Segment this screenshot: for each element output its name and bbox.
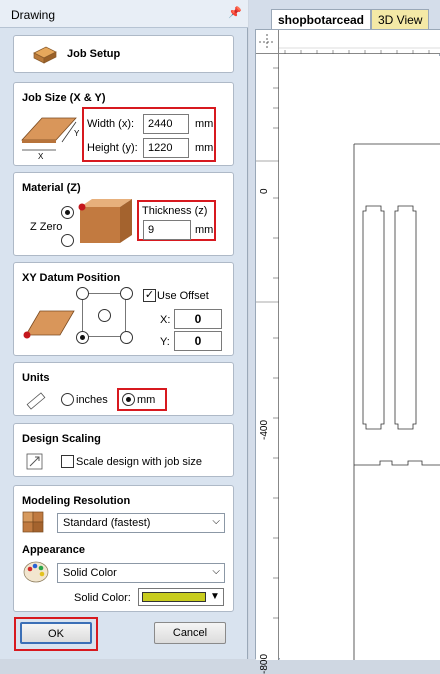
dropdown-arrow-icon: ▼ [210, 591, 220, 602]
design-vectors [353, 143, 440, 660]
use-offset-checkbox[interactable]: ✓ [143, 289, 156, 302]
z-zero-label: Z Zero [30, 221, 63, 233]
resolution-value: Standard (fastest) [63, 517, 151, 529]
inches-label: inches [76, 394, 108, 406]
solid-color-label: Solid Color: [74, 592, 131, 604]
thickness-field[interactable]: 9 [143, 220, 191, 240]
material-title: Material (Z) [22, 182, 81, 194]
scaling-section: Design Scaling Scale design with job siz… [13, 423, 234, 477]
material-block-icon [78, 199, 132, 243]
appearance-select[interactable]: Solid Color ⌵ [57, 563, 225, 583]
datum-y-field[interactable]: 0 [174, 331, 222, 351]
ruler-label-minus-800: -800 [259, 653, 270, 674]
datum-x-field[interactable]: 0 [174, 309, 222, 329]
ruler-left: 0 -400 -800 [256, 54, 279, 674]
ruler-label-minus-400: -400 [259, 419, 270, 440]
datum-top-right[interactable] [120, 287, 133, 300]
pin-icon[interactable]: 📌 [228, 6, 242, 19]
units-title: Units [22, 372, 50, 384]
solid-color-picker[interactable]: ▼ [138, 588, 224, 606]
ruler-left-ticks [256, 67, 279, 619]
chevron-down-icon: ⌵ [212, 566, 220, 577]
job-setup-icon [33, 46, 57, 64]
datum-title: XY Datum Position [22, 272, 121, 284]
thickness-label: Thickness (z) [142, 205, 208, 217]
ruler-top [279, 30, 440, 54]
tab-shopbotarcead[interactable]: shopbotarcead [271, 9, 372, 30]
datum-bottom-left[interactable] [76, 331, 89, 344]
drawing-panel: Drawing 📌 Job Setup Job Size (X & Y) X Y… [0, 0, 248, 659]
datum-plate-icon [23, 310, 75, 339]
tab-3d-view[interactable]: 3D View [371, 9, 430, 30]
scale-design-checkbox[interactable] [61, 455, 74, 468]
ok-button[interactable]: OK [20, 622, 92, 644]
appearance-value: Solid Color [63, 567, 117, 579]
cancel-button[interactable]: Cancel [154, 622, 226, 644]
resolution-section: Modeling Resolution Standard (fastest) ⌵… [13, 485, 234, 612]
job-setup-button[interactable]: Job Setup [13, 35, 234, 73]
axis-y-label: Y [74, 129, 80, 138]
width-label: Width (x): [87, 118, 135, 130]
drawing-area: shopbotarcead 3D View 0 -400 -800 [249, 0, 440, 674]
ruler-label-0: 0 [259, 188, 270, 194]
datum-x-label: X: [160, 314, 171, 326]
datum-center[interactable] [98, 309, 111, 322]
height-label: Height (y): [87, 142, 138, 154]
job-size-title: Job Size (X & Y) [22, 92, 106, 104]
datum-y-label: Y: [160, 336, 170, 348]
use-offset-label: Use Offset [157, 290, 209, 302]
panel-title: Drawing [11, 8, 56, 22]
ruler-top-ticks [279, 47, 440, 54]
material-section: Material (Z) Z Zero Thickness (z) 9 mm [13, 172, 234, 256]
resolution-grid-icon [22, 511, 44, 533]
datum-top-left[interactable] [76, 287, 89, 300]
resolution-title: Modeling Resolution [22, 495, 131, 507]
job-size-section: Job Size (X & Y) X Y Width (x): 2440 mm … [13, 82, 234, 166]
datum-section: XY Datum Position ✓ Use Offset X: 0 Y: 0 [13, 262, 234, 356]
ruler-corner [256, 30, 279, 54]
width-unit: mm [195, 118, 214, 130]
z-zero-top-radio[interactable] [61, 206, 74, 219]
scale-design-label: Scale design with job size [76, 456, 202, 468]
job-setup-label: Job Setup [67, 48, 121, 60]
height-unit: mm [195, 142, 214, 154]
scaling-title: Design Scaling [22, 433, 101, 445]
axis-x-label: X [38, 152, 44, 160]
ruler-icon [26, 392, 46, 410]
height-field[interactable]: 1220 [143, 138, 189, 158]
appearance-title: Appearance [22, 544, 85, 556]
z-zero-bottom-radio[interactable] [61, 234, 74, 247]
width-field[interactable]: 2440 [143, 114, 189, 134]
design-canvas[interactable]: 0 -400 -800 [255, 29, 440, 674]
datum-bottom-right[interactable] [120, 331, 133, 344]
inches-radio[interactable] [61, 393, 74, 406]
job-size-diagram: X Y [21, 117, 80, 160]
thickness-unit: mm [195, 224, 214, 236]
palette-icon [23, 561, 49, 583]
mm-radio[interactable] [122, 393, 135, 406]
resize-icon [26, 453, 43, 470]
mm-label: mm [137, 394, 156, 406]
chevron-down-icon: ⌵ [212, 516, 220, 527]
resolution-select[interactable]: Standard (fastest) ⌵ [57, 513, 225, 533]
panel-header: Drawing 📌 [0, 0, 248, 28]
color-swatch [142, 592, 206, 602]
crosshair-icon [259, 34, 275, 50]
drawing-sheet [280, 56, 440, 660]
units-section: Units inches mm [13, 362, 234, 416]
